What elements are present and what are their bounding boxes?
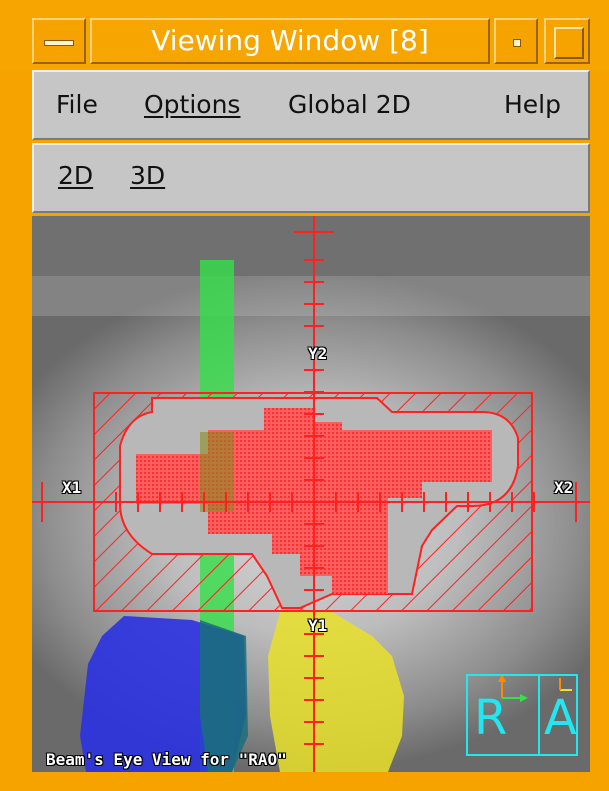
axis-label-y1: Y1 (308, 616, 328, 635)
orientation-right-letter: R (474, 690, 508, 746)
window-title: Viewing Window [8] (151, 24, 429, 57)
mode-2d-button[interactable]: 2D (58, 161, 93, 190)
menu-bar: File Options Global 2D Help (32, 70, 590, 140)
window-menu-icon[interactable] (32, 18, 86, 64)
title-bar[interactable]: Viewing Window [8] (0, 0, 609, 70)
view-caption: Beam's Eye View for "RAO" (46, 750, 287, 769)
orientation-anterior-letter: A (544, 690, 577, 746)
axis-label-y2: Y2 (308, 344, 328, 363)
menu-options[interactable]: Options (144, 90, 240, 119)
view-mode-bar: 2D 3D (32, 143, 590, 213)
menu-file[interactable]: File (56, 90, 98, 119)
yellow-structure (268, 612, 404, 772)
menu-help[interactable]: Help (504, 90, 561, 119)
window-bottom-border (32, 772, 590, 791)
mode-3d-button[interactable]: 3D (130, 161, 165, 190)
axis-label-x2: X2 (554, 478, 574, 497)
menu-global-2d[interactable]: Global 2D (288, 90, 411, 119)
title-area[interactable]: Viewing Window [8] (90, 18, 490, 64)
axis-label-x1: X1 (62, 478, 82, 497)
blue-structure (80, 616, 248, 772)
minimize-icon[interactable] (494, 18, 538, 64)
viewing-window: Viewing Window [8] File Options Global 2… (0, 0, 609, 791)
beams-eye-view[interactable]: X1 X2 Y2 Y1 R A Beam's Eye View for "RAO… (32, 216, 590, 772)
orientation-indicator: R A (466, 674, 578, 756)
maximize-icon[interactable] (544, 18, 590, 64)
